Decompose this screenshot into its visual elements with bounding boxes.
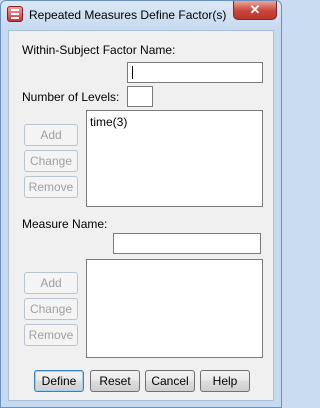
measure-name-input[interactable] bbox=[113, 233, 261, 254]
window-title: Repeated Measures Define Factor(s) bbox=[29, 8, 227, 22]
dialog-window: Repeated Measures Define Factor(s) ✕ Wit… bbox=[0, 0, 282, 408]
measure-add-button[interactable]: Add bbox=[24, 272, 78, 294]
measure-remove-button[interactable]: Remove bbox=[24, 324, 78, 346]
close-icon: ✕ bbox=[249, 2, 261, 17]
factor-add-button[interactable]: Add bbox=[24, 124, 78, 146]
dialog-body: Within-Subject Factor Name: Number of Le… bbox=[8, 30, 274, 401]
factor-name-input[interactable] bbox=[127, 62, 263, 83]
factor-name-label: Within-Subject Factor Name: bbox=[22, 43, 176, 57]
factor-change-button[interactable]: Change bbox=[24, 150, 78, 172]
spss-dialog-icon bbox=[7, 6, 23, 22]
reset-button[interactable]: Reset bbox=[90, 370, 140, 392]
measure-name-label: Measure Name: bbox=[22, 217, 108, 231]
levels-input[interactable] bbox=[127, 86, 153, 107]
define-button[interactable]: Define bbox=[34, 370, 84, 392]
measure-list[interactable] bbox=[86, 259, 263, 358]
cancel-button[interactable]: Cancel bbox=[145, 370, 195, 392]
text-caret bbox=[132, 66, 133, 79]
title-bar[interactable]: Repeated Measures Define Factor(s) ✕ bbox=[1, 1, 281, 29]
levels-label: Number of Levels: bbox=[22, 90, 120, 104]
help-button[interactable]: Help bbox=[200, 370, 250, 392]
measure-change-button[interactable]: Change bbox=[24, 298, 78, 320]
factor-remove-button[interactable]: Remove bbox=[24, 176, 78, 198]
list-item[interactable]: time(3) bbox=[90, 115, 259, 129]
close-button[interactable]: ✕ bbox=[233, 1, 277, 20]
factor-list[interactable]: time(3) bbox=[86, 110, 263, 207]
